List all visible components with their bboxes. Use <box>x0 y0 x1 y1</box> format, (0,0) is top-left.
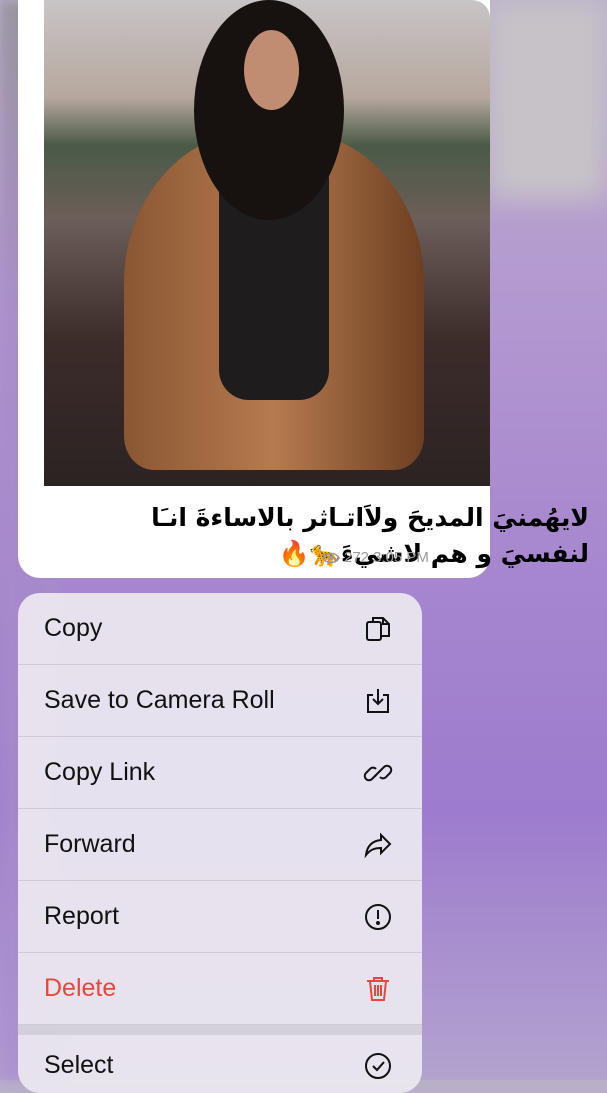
context-menu: Copy Save to Camera Roll Copy Link Forwa… <box>18 593 422 1093</box>
message-photo[interactable] <box>44 0 490 486</box>
background-blur <box>487 0 607 200</box>
menu-item-forward[interactable]: Forward <box>18 809 422 881</box>
menu-item-save-to-camera-roll[interactable]: Save to Camera Roll <box>18 665 422 737</box>
trash-icon <box>367 976 389 1001</box>
menu-item-label: Report <box>44 902 120 930</box>
menu-item-label: Copy <box>44 614 103 642</box>
menu-item-copy-link[interactable]: Copy Link <box>18 737 422 809</box>
view-count: 272 <box>344 549 370 566</box>
download-icon <box>367 688 389 713</box>
eye-icon <box>322 552 340 563</box>
photo-detail <box>244 30 299 110</box>
menu-item-label: Select <box>44 1051 114 1079</box>
report-icon <box>365 903 391 930</box>
menu-item-delete[interactable]: Delete <box>18 953 422 1025</box>
message-time: 3:05 PM <box>373 549 429 566</box>
menu-item-copy[interactable]: Copy <box>18 593 422 665</box>
message-meta: 272 3:05 PM <box>322 549 429 566</box>
menu-item-label: Delete <box>44 974 117 1002</box>
menu-item-label: Copy Link <box>44 758 156 786</box>
copy-icon <box>366 616 390 641</box>
menu-item-label: Forward <box>44 830 136 858</box>
menu-item-report[interactable]: Report <box>18 881 422 953</box>
link-icon <box>363 764 393 781</box>
menu-item-select[interactable]: Select <box>18 1025 422 1093</box>
forward-icon <box>364 832 392 858</box>
menu-item-label: Save to Camera Roll <box>44 686 275 714</box>
check-circle-icon <box>365 1052 391 1079</box>
